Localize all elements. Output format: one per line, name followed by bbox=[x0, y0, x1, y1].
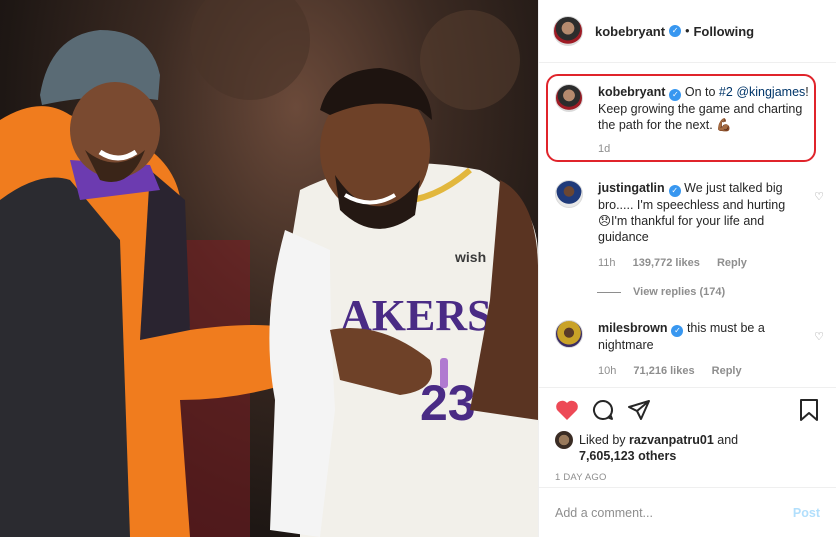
caption-mention[interactable]: @kingjames bbox=[736, 85, 805, 99]
verified-badge-icon: ✓ bbox=[668, 185, 681, 197]
caption-hashtag[interactable]: #2 bbox=[719, 85, 733, 99]
share-direct-icon[interactable] bbox=[627, 398, 651, 422]
post-header: kobebryant ✓ • Following bbox=[539, 0, 836, 63]
verified-badge-icon: ✓ bbox=[671, 325, 684, 337]
liked-by-user[interactable]: razvanpatru01 bbox=[629, 433, 714, 447]
comment-time[interactable]: 11h bbox=[598, 257, 616, 269]
photo-illustration: AKERS 23 wish bbox=[0, 0, 538, 537]
save-bookmark-icon[interactable] bbox=[798, 398, 820, 422]
comment-time[interactable]: 10h bbox=[598, 365, 616, 377]
commenter-avatar[interactable] bbox=[555, 180, 583, 208]
caption-text-before: On to bbox=[684, 85, 719, 99]
comment-item: justingatlin ✓ We just talked big bro....… bbox=[555, 180, 824, 271]
like-heart-icon[interactable] bbox=[555, 399, 579, 421]
comment-like-heart-icon[interactable]: ♡ bbox=[814, 190, 824, 203]
add-comment-bar: Post bbox=[539, 487, 836, 537]
caption-comment: kobebryant ✓ On to #2 @kingjames! Keep gr… bbox=[555, 84, 820, 157]
liker-avatar[interactable] bbox=[555, 431, 573, 449]
comment-icon[interactable] bbox=[591, 398, 615, 422]
view-replies-label: View replies (174) bbox=[633, 286, 726, 298]
replies-line bbox=[597, 291, 621, 293]
caption-time[interactable]: 1d bbox=[598, 143, 610, 155]
post-timestamp[interactable]: 1 DAY AGO bbox=[555, 472, 820, 483]
post-side-panel: kobebryant ✓ • Following kobebryant ✓ On … bbox=[538, 0, 836, 537]
view-replies-button[interactable]: View replies (174) bbox=[597, 286, 725, 298]
commenter-username[interactable]: milesbrown bbox=[598, 321, 667, 335]
comment-text-2: I'm thankful for your life and guidance bbox=[598, 214, 765, 244]
post-modal: AKERS 23 wish kobebryant ✓ • Following k… bbox=[0, 0, 836, 537]
add-comment-input[interactable] bbox=[555, 505, 793, 520]
post-actions: Liked by razvanpatru01 and 7,605,123 oth… bbox=[539, 387, 836, 487]
comment-item: milesbrown ✓ this must be a nightmare 10h… bbox=[555, 320, 824, 379]
commenter-avatar[interactable] bbox=[555, 320, 583, 348]
comments-list[interactable]: kobebryant ✓ On to #2 @kingjames! Keep gr… bbox=[539, 64, 836, 387]
verified-badge-icon: ✓ bbox=[669, 89, 682, 101]
caption-avatar[interactable] bbox=[555, 84, 583, 112]
author-username[interactable]: kobebryant bbox=[595, 24, 665, 39]
verified-badge-icon: ✓ bbox=[669, 25, 682, 37]
separator-dot: • bbox=[685, 24, 690, 38]
caption-username[interactable]: kobebryant bbox=[598, 85, 665, 99]
following-button[interactable]: Following bbox=[693, 24, 754, 39]
flexed-biceps-emoji-icon: 💪🏾 bbox=[716, 118, 732, 132]
disappointed-face-emoji-icon: 😞 bbox=[598, 214, 612, 228]
liked-by-mid: and bbox=[713, 433, 739, 447]
svg-text:wish: wish bbox=[454, 249, 486, 265]
comment-like-heart-icon[interactable]: ♡ bbox=[814, 330, 824, 343]
reply-button[interactable]: Reply bbox=[712, 365, 742, 377]
likes-count[interactable]: 7,605,123 others bbox=[579, 449, 676, 463]
action-icons bbox=[555, 388, 820, 432]
post-comment-button[interactable]: Post bbox=[793, 506, 820, 520]
liked-by-prefix: Liked by bbox=[579, 433, 630, 447]
post-photo[interactable]: AKERS 23 wish bbox=[0, 0, 538, 537]
liked-by-summary: Liked by razvanpatru01 and 7,605,123 oth… bbox=[555, 431, 820, 464]
comment-likes[interactable]: 71,216 likes bbox=[633, 365, 694, 377]
comment-likes[interactable]: 139,772 likes bbox=[633, 257, 700, 269]
author-avatar[interactable] bbox=[553, 16, 583, 46]
reply-button[interactable]: Reply bbox=[717, 257, 747, 269]
commenter-username[interactable]: justingatlin bbox=[598, 181, 665, 195]
